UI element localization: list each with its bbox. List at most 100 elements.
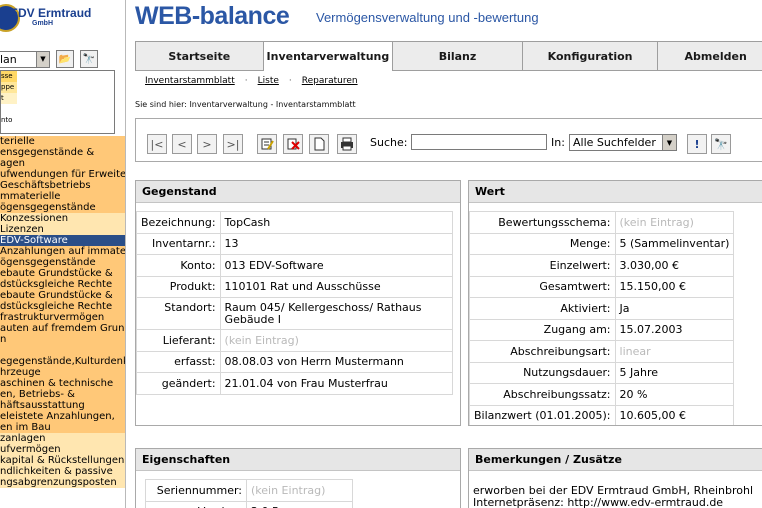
- exclamation-icon: !: [694, 137, 700, 151]
- search-scope-value: Alle Suchfelder: [573, 136, 656, 149]
- account-tree-item[interactable]: agen: [0, 158, 125, 169]
- plan-list-item[interactable]: [1, 104, 114, 115]
- account-tree-item[interactable]: ngsabgrenzungsposten: [0, 477, 125, 488]
- account-tree-item[interactable]: ufvermögen: [0, 444, 125, 455]
- chevron-down-icon[interactable]: ▼: [36, 51, 49, 67]
- bemerkungen-text: erworben bei der EDV Ermtraud GmbH, Rhei…: [473, 485, 753, 508]
- subnav-separator: ·: [288, 76, 292, 86]
- account-tree-item[interactable]: häftsausstattung: [0, 400, 125, 411]
- account-tree-item[interactable]: en, Betriebs- &: [0, 389, 125, 400]
- nav-tab-inventarverwaltung[interactable]: Inventarverwaltung: [263, 42, 394, 71]
- printer-icon: [341, 137, 353, 151]
- account-tree-item[interactable]: ebaute Grundstücke &: [0, 268, 125, 279]
- plan-select-value: lan: [0, 52, 17, 66]
- account-tree-item[interactable]: Konzessionen: [0, 213, 125, 224]
- eigenschaften-title: Eigenschaften: [136, 449, 460, 471]
- new-record-button[interactable]: [309, 134, 329, 154]
- chevron-down-icon[interactable]: ▼: [662, 135, 676, 150]
- field-row: Nutzungsdauer: 5 Jahre: [469, 361, 735, 384]
- next-record-button[interactable]: >: [197, 134, 217, 154]
- account-tree-item[interactable]: frastrukturvermögen: [0, 312, 125, 323]
- delete-button[interactable]: [283, 134, 303, 154]
- delete-icon: [287, 138, 300, 150]
- bemerkungen-panel: Bemerkungen / Zusätze erworben bei der E…: [468, 448, 762, 508]
- field-label: Abschreibungsart:: [469, 340, 616, 363]
- account-tree-item[interactable]: hrzeuge: [0, 367, 125, 378]
- plan-list-item[interactable]: t: [1, 93, 17, 104]
- brand-tagline: Vermögensverwaltung und -bewertung: [316, 10, 539, 25]
- account-tree-item[interactable]: auten auf fremdem Grund: [0, 323, 125, 334]
- account-tree-item[interactable]: ndlichkeiten & passive: [0, 466, 125, 477]
- account-tree-item[interactable]: Geschäftsbetriebs: [0, 180, 125, 191]
- field-label: Version:: [145, 500, 247, 508]
- main-nav: Startseite Inventarverwaltung Bilanz Konfig…: [135, 41, 762, 71]
- field-label: geändert:: [136, 372, 221, 395]
- eigenschaften-table: Seriennummer:(kein Eintrag)Version:2.0 P…: [145, 479, 353, 508]
- account-tree-item[interactable]: egegenstände,Kulturdenkr: [0, 356, 125, 367]
- account-tree-item[interactable]: Anzahlungen auf immater: [0, 246, 125, 257]
- field-value-line: Gebäude I: [224, 312, 282, 326]
- sidebar: EDV Ermtraud GmbH lan ▼ 📂 🔭 sse ppe t nto t…: [0, 0, 126, 508]
- account-tree-item[interactable]: en im Bau: [0, 422, 125, 433]
- field-value: 15.07.2003: [614, 318, 735, 341]
- account-tree-item[interactable]: ufwendungen für Erweiteru: [0, 169, 125, 180]
- search-scope-select[interactable]: Alle Suchfelder ▼: [569, 134, 677, 151]
- field-value: (kein Eintrag): [219, 329, 453, 352]
- account-tree-item[interactable]: eleistete Anzahlungen,: [0, 411, 125, 422]
- open-folder-button[interactable]: 📂: [56, 50, 74, 68]
- subnav-liste[interactable]: Liste: [258, 76, 279, 86]
- nav-tab-bilanz[interactable]: Bilanz: [393, 42, 523, 70]
- account-tree-item[interactable]: ögensgegenstände: [0, 257, 125, 268]
- search-button[interactable]: 🔭: [711, 134, 731, 154]
- edit-button[interactable]: [257, 134, 277, 154]
- search-input[interactable]: [411, 134, 547, 150]
- field-value: 5 Jahre: [614, 361, 735, 384]
- field-row: Gesamtwert: 15.150,00 €: [469, 275, 735, 298]
- account-tree: terielle ensgegenstände & agen ufwendungen …: [0, 136, 125, 488]
- account-tree-item[interactable]: mmaterielle: [0, 191, 125, 202]
- account-tree-item[interactable]: ebaute Grundstücke &: [0, 290, 125, 301]
- previous-record-button[interactable]: <: [172, 134, 192, 154]
- account-tree-item[interactable]: Lizenzen: [0, 224, 125, 235]
- first-record-button[interactable]: |<: [147, 134, 167, 154]
- account-tree-item[interactable]: terielle: [0, 136, 125, 147]
- field-value: 15.150,00 €: [614, 275, 735, 298]
- find-button[interactable]: 🔭: [80, 50, 98, 68]
- account-tree-item[interactable]: zanlagen: [0, 433, 125, 444]
- account-tree-item[interactable]: EDV-Software: [0, 235, 125, 246]
- field-row: Zugang am: 15.07.2003: [469, 318, 735, 341]
- field-row: Seriennummer: (kein Eintrag): [145, 479, 353, 502]
- account-tree-item[interactable]: ensgegenstände &: [0, 147, 125, 158]
- field-value: 20 %: [614, 383, 735, 406]
- field-value: TopCash: [219, 211, 453, 234]
- field-value: 2.0 Pro: [246, 500, 353, 508]
- nav-tab-abmelden[interactable]: Abmelden: [658, 42, 762, 70]
- account-tree-item[interactable]: kapital & Rückstellungen: [0, 455, 125, 466]
- account-tree-item[interactable]: aschinen & technische: [0, 378, 125, 389]
- wert-panel: Wert Bewertungsschema: (kein Eintrag) Meng…: [468, 180, 762, 426]
- account-tree-item[interactable]: dstücksgleiche Rechte: [0, 301, 125, 312]
- plan-list-item[interactable]: ppe: [1, 82, 17, 93]
- account-tree-item[interactable]: n: [0, 334, 125, 345]
- print-button[interactable]: [337, 134, 357, 154]
- eigenschaften-panel: Eigenschaften Seriennummer: (kein Eintrag…: [135, 448, 461, 508]
- last-record-button[interactable]: >|: [223, 134, 243, 154]
- alert-button[interactable]: !: [687, 134, 707, 154]
- plan-list-item[interactable]: sse: [1, 71, 17, 82]
- field-value: Ja: [614, 297, 735, 320]
- plan-list[interactable]: sse ppe t nto: [0, 70, 115, 134]
- subnav-inventarstammblatt[interactable]: Inventarstammblatt: [145, 76, 235, 86]
- field-value: linear: [614, 340, 735, 363]
- plan-select[interactable]: lan ▼: [0, 50, 50, 68]
- account-tree-item[interactable]: ögensgegenstände: [0, 202, 125, 213]
- field-label: Konto:: [136, 254, 221, 277]
- field-row: Lieferant: (kein Eintrag): [136, 329, 453, 352]
- company-logo: EDV Ermtraud GmbH: [0, 4, 91, 32]
- plan-list-item[interactable]: nto: [1, 115, 114, 126]
- nav-tab-konfiguration[interactable]: Konfiguration: [523, 42, 659, 70]
- subnav-reparaturen[interactable]: Reparaturen: [302, 76, 358, 86]
- account-tree-item[interactable]: dstücksgleiche Rechte: [0, 279, 125, 290]
- nav-tab-startseite[interactable]: Startseite: [136, 42, 264, 70]
- account-tree-item[interactable]: [0, 345, 125, 356]
- field-label: Bewertungsschema:: [469, 211, 616, 234]
